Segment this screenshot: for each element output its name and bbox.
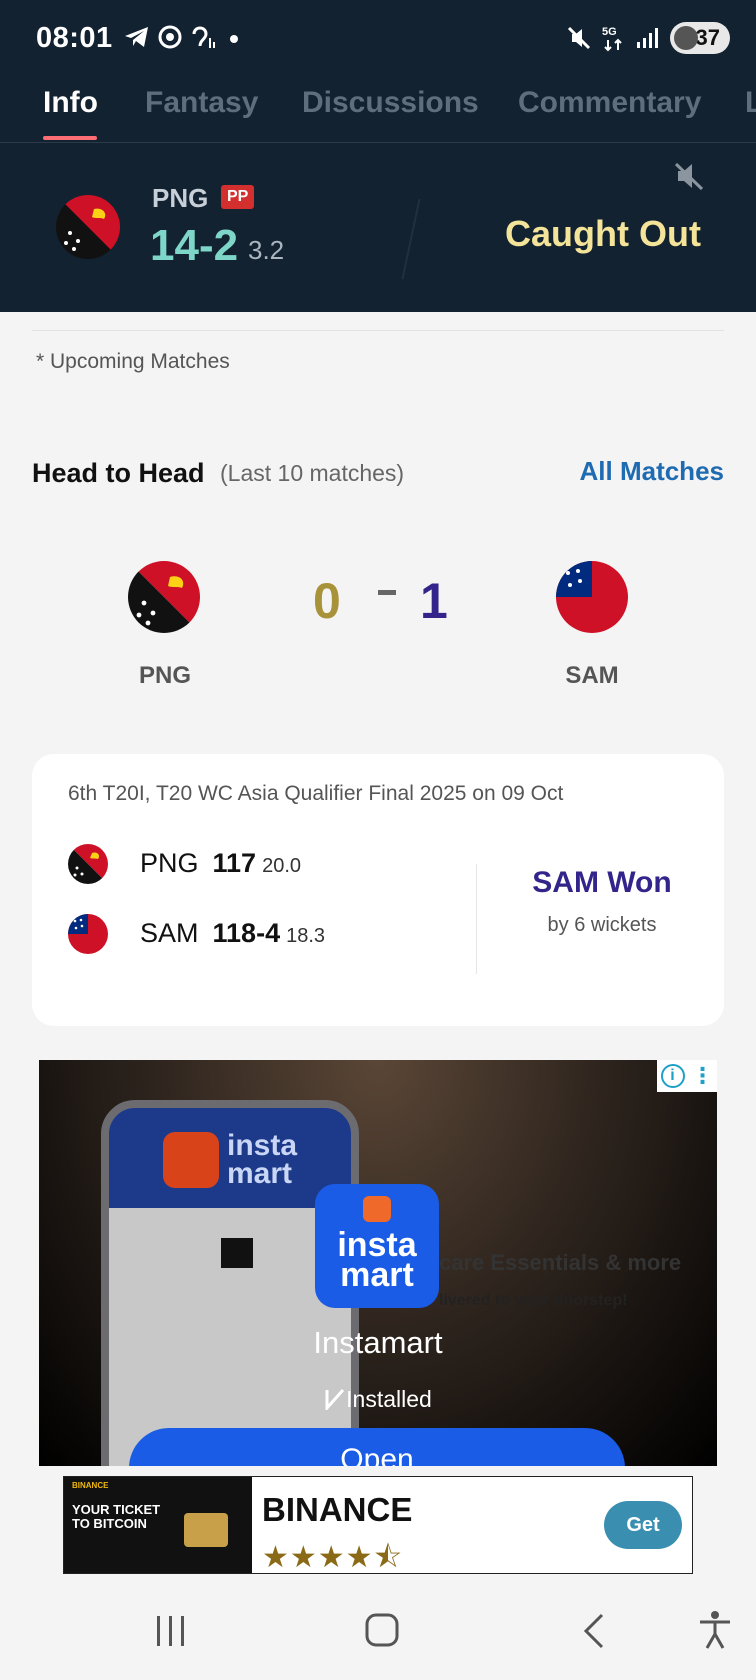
sam-flag-icon: [68, 914, 108, 954]
live-score-panel[interactable]: PNG PP 14-2 3.2 Caught Out: [0, 143, 756, 312]
ad-menu-icon[interactable]: ⋮: [692, 1065, 714, 1087]
row-team-score: 117: [212, 847, 257, 878]
live-overs: 3.2: [248, 235, 285, 265]
instamart-ad[interactable]: insta mart care Essentials & more livered…: [39, 1060, 717, 1466]
ad-open-button[interactable]: Open: [129, 1428, 625, 1466]
score-row: SAM 118-4 18.3: [68, 912, 325, 954]
section-divider: [32, 330, 724, 331]
h2h-team-a: PNG: [138, 662, 191, 689]
score-row: PNG 117 20.0: [68, 842, 301, 884]
row-team-score: 118-4: [212, 917, 281, 948]
chrome-icon: [158, 25, 182, 49]
tab-discussions[interactable]: Discussions: [302, 86, 479, 120]
instamart-logo: insta mart: [315, 1184, 439, 1308]
last-match-card[interactable]: 6th T20I, T20 WC Asia Qualifier Final 20…: [32, 754, 724, 1026]
recent-apps-icon[interactable]: [155, 1614, 187, 1648]
dot-icon: [230, 35, 238, 43]
5g-icon: 5G: [602, 26, 622, 52]
h2h-wins-a: 0: [313, 573, 341, 629]
upcoming-matches-note: * Upcoming Matches: [36, 350, 230, 373]
h2h-dash: [378, 590, 396, 595]
h2h-team-b: SAM: [565, 662, 619, 689]
batting-team-name: PNG: [152, 183, 209, 213]
rating-stars-icon: ★★★★⯪: [262, 1541, 403, 1574]
banner-brand-small: BINANCE: [72, 1481, 109, 1490]
bitcoin-ticket-icon: [184, 1513, 228, 1547]
row-team-name: PNG: [140, 847, 199, 878]
home-icon[interactable]: [364, 1612, 400, 1648]
tab-info[interactable]: Info: [43, 86, 98, 120]
status-time: 08:01: [36, 22, 113, 54]
status-right-icons: 5G 37: [566, 22, 730, 54]
binance-banner-image: BINANCE YOUR TICKET TO BITCOIN: [64, 1477, 252, 1573]
tab-commentary[interactable]: Commentary: [518, 86, 701, 120]
telegram-icon: [125, 27, 148, 47]
battery-indicator: 37: [669, 22, 730, 54]
installed-check-icon: [325, 1389, 345, 1412]
back-icon[interactable]: [580, 1612, 608, 1650]
score-divider: [401, 199, 421, 279]
ad-install-status: Installed: [39, 1386, 717, 1413]
tab-more[interactable]: L: [745, 86, 756, 120]
banner-get-button[interactable]: Get: [604, 1501, 682, 1549]
signal-icon: [636, 28, 658, 48]
png-flag-icon: [68, 844, 108, 884]
svg-text:5G: 5G: [602, 26, 617, 38]
binance-banner-ad[interactable]: BINANCE YOUR TICKET TO BITCOIN BINANCE ★★…: [63, 1476, 693, 1574]
head-to-head-title: Head to Head: [32, 458, 205, 488]
live-runs: 14-2: [150, 221, 239, 270]
match-tabs: Info Fantasy Discussions Commentary L: [0, 80, 756, 142]
banner-tagline: YOUR TICKET TO BITCOIN: [72, 1502, 161, 1531]
mute-icon: [567, 26, 590, 50]
powerplay-badge: PP: [221, 185, 255, 209]
all-matches-link[interactable]: All Matches: [580, 456, 725, 487]
accessibility-icon[interactable]: [698, 1610, 732, 1650]
head-to-head-subtitle: (Last 10 matches): [220, 460, 405, 486]
row-team-overs: 18.3: [286, 924, 326, 947]
status-left-icons: [124, 24, 242, 50]
ad-background-subtext: livered to your doorstep!: [439, 1292, 628, 1309]
system-nav-bar: [0, 1590, 756, 1680]
ball-event: Caught Out: [505, 213, 701, 254]
banner-app-name: BINANCE: [262, 1491, 413, 1528]
ad-product-image: [221, 1238, 253, 1268]
ad-phone-logo: [163, 1132, 219, 1188]
match-margin: by 6 wickets: [547, 914, 657, 936]
row-team-overs: 20.0: [262, 854, 302, 877]
match-title: 6th T20I, T20 WC Asia Qualifier Final 20…: [68, 782, 564, 805]
ad-background-text: care Essentials & more: [439, 1250, 682, 1275]
card-divider: [476, 864, 477, 974]
ad-info-icon[interactable]: i: [660, 1064, 685, 1088]
ad-choices[interactable]: i ⋮: [657, 1060, 717, 1092]
sound-off-icon[interactable]: [672, 161, 706, 191]
ad-app-name: Instamart: [313, 1325, 443, 1360]
hearing-icon: [192, 26, 215, 48]
png-flag-icon: [56, 195, 120, 259]
status-bar: 08:01 5G 37: [0, 0, 756, 80]
ad-phone-logo-text: insta mart: [227, 1129, 298, 1190]
match-result: SAM Won: [532, 866, 672, 899]
instamart-pin-icon: [363, 1196, 391, 1222]
sam-flag-icon: [556, 561, 628, 633]
tab-fantasy[interactable]: Fantasy: [145, 86, 258, 120]
h2h-wins-b: 1: [420, 573, 448, 629]
app-header: 08:01 5G 37 Info Fantasy Discussions Com…: [0, 0, 756, 312]
png-flag-icon: [128, 561, 200, 633]
active-tab-indicator: [43, 136, 97, 140]
row-team-name: SAM: [140, 917, 199, 948]
